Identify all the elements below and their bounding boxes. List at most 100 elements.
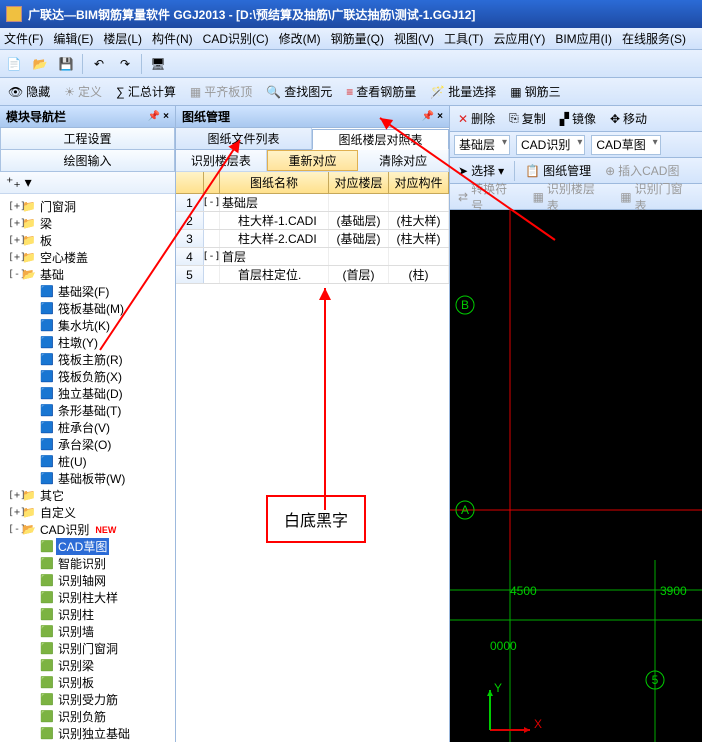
tree-item[interactable]: 🟩识别板	[2, 674, 173, 691]
drawing-grid[interactable]: 图纸名称 对应楼层 对应构件 1[-]基础层2柱大样-1.CADI(基础层)(柱…	[176, 172, 449, 742]
nav-tree[interactable]: [+]📁门窗洞[+]📁梁[+]📁板[+]📁空心楼盖[-]📂基础🟦基础梁(F)🟦筏…	[0, 194, 175, 742]
tree-item[interactable]: 🟦柱墩(Y)	[2, 334, 173, 351]
barthree-button[interactable]: ▦钢筋三	[506, 81, 564, 103]
tree-item[interactable]: [+]📁门窗洞	[2, 198, 173, 215]
menu-cad[interactable]: CAD识别(C)	[203, 30, 269, 47]
btn-clear[interactable]: 清除对应	[358, 150, 449, 171]
nav-tab-project[interactable]: 工程设置	[0, 128, 175, 150]
menu-view[interactable]: 视图(V)	[394, 30, 434, 47]
display-icon[interactable]: 🖥	[148, 54, 168, 74]
floor-dropdown[interactable]: 基础层	[454, 135, 510, 155]
tree-item[interactable]: 🟦桩(U)	[2, 453, 173, 470]
select-button[interactable]: ➤选择 ▾	[454, 160, 508, 182]
tree-toggle-icon[interactable]: ⁺₊ ▾	[6, 174, 32, 191]
table-row[interactable]: 1[-]基础层	[176, 194, 449, 212]
tree-item[interactable]: [+]📁其它	[2, 487, 173, 504]
tree-item[interactable]: [+]📁梁	[2, 215, 173, 232]
tree-item[interactable]: 🟦筏板主筋(R)	[2, 351, 173, 368]
copy-button[interactable]: ⎘复制	[505, 108, 550, 130]
expand-icon[interactable]: [-]	[8, 524, 20, 535]
btn-id-floor[interactable]: 识别楼层表	[176, 150, 267, 171]
tree-item[interactable]: 🟩识别门窗洞	[2, 640, 173, 657]
cad-canvas[interactable]: A B 5 4500 3900 0000 X Y	[450, 210, 702, 742]
menu-rebar[interactable]: 钢筋量(Q)	[331, 30, 384, 47]
tree-item[interactable]: [-]📂基础	[2, 266, 173, 283]
tree-item[interactable]: 🟦桩承台(V)	[2, 419, 173, 436]
expand-icon[interactable]: [+]	[8, 235, 20, 246]
table-row[interactable]: 2柱大样-1.CADI(基础层)(柱大样)	[176, 212, 449, 230]
mirror-button[interactable]: ▞镜像	[556, 108, 600, 130]
menu-floor[interactable]: 楼层(L)	[103, 30, 142, 47]
tree-item[interactable]: 🟩识别墙	[2, 623, 173, 640]
tree-item[interactable]: 🟦基础板带(W)	[2, 470, 173, 487]
tree-item[interactable]: [+]📁板	[2, 232, 173, 249]
tree-item[interactable]: 🟩识别负筋	[2, 708, 173, 725]
tree-item[interactable]: 🟩识别梁	[2, 657, 173, 674]
tree-item[interactable]: [-]📂CAD识别NEW	[2, 521, 173, 538]
menu-online[interactable]: 在线服务(S)	[622, 30, 686, 47]
expand-icon[interactable]: [+]	[8, 218, 20, 229]
menu-modify[interactable]: 修改(M)	[279, 30, 321, 47]
cell-expand[interactable]: [-]	[204, 248, 220, 265]
btn-remap[interactable]: 重新对应	[267, 150, 359, 171]
tree-item[interactable]: 🟩识别受力筋	[2, 691, 173, 708]
menu-tool[interactable]: 工具(T)	[444, 30, 483, 47]
flat-button[interactable]: ▦平齐板顶	[186, 81, 256, 103]
pin-icon[interactable]: 📌 ×	[148, 111, 169, 122]
define-button[interactable]: ☀定义	[60, 81, 106, 103]
tab-floormap[interactable]: 图纸楼层对照表	[312, 129, 449, 150]
save-icon[interactable]: 💾	[56, 54, 76, 74]
cell-expand[interactable]: [-]	[204, 194, 220, 211]
tree-item[interactable]: [+]📁空心楼盖	[2, 249, 173, 266]
id-floor-button[interactable]: ▦识别楼层表	[529, 186, 611, 208]
item-dropdown[interactable]: CAD草图	[591, 135, 660, 155]
cell-expand[interactable]	[204, 212, 220, 229]
tree-item[interactable]: 🟩识别独立基础	[2, 725, 173, 742]
tree-item[interactable]: 🟦条形基础(T)	[2, 402, 173, 419]
menu-bim[interactable]: BIM应用(I)	[555, 30, 612, 47]
redo-icon[interactable]: ↷	[115, 54, 135, 74]
insert-cad-button[interactable]: ⊕插入CAD图	[601, 160, 683, 182]
tree-item[interactable]: 🟦筏板负筋(X)	[2, 368, 173, 385]
convert-button[interactable]: ⇄转换符号	[454, 186, 523, 208]
viewbars-button[interactable]: ≡查看钢筋量	[342, 81, 420, 103]
menu-edit[interactable]: 编辑(E)	[53, 30, 93, 47]
menu-cloud[interactable]: 云应用(Y)	[493, 30, 545, 47]
findmap-button[interactable]: 🔍查找图元	[262, 81, 336, 103]
category-dropdown[interactable]: CAD识别	[516, 135, 585, 155]
tree-item[interactable]: 🟦承台梁(O)	[2, 436, 173, 453]
tree-item[interactable]: 🟩识别柱大样	[2, 589, 173, 606]
new-file-icon[interactable]: 📄	[4, 54, 24, 74]
delete-button[interactable]: ✕删除	[454, 108, 499, 130]
tree-item[interactable]: 🟦基础梁(F)	[2, 283, 173, 300]
expand-icon[interactable]: [+]	[8, 252, 20, 263]
expand-icon[interactable]: [+]	[8, 490, 20, 501]
menu-file[interactable]: 文件(F)	[4, 30, 43, 47]
sum-button[interactable]: ∑ 汇总计算	[112, 81, 180, 103]
tree-item[interactable]: 🟩识别轴网	[2, 572, 173, 589]
open-icon[interactable]: 📂	[30, 54, 50, 74]
menu-component[interactable]: 构件(N)	[152, 30, 193, 47]
nav-tab-draw[interactable]: 绘图输入	[0, 150, 175, 172]
pin-icon[interactable]: 📌 ×	[422, 111, 443, 122]
expand-icon[interactable]: [-]	[8, 269, 20, 280]
table-row[interactable]: 3柱大样-2.CADI(基础层)(柱大样)	[176, 230, 449, 248]
hide-button[interactable]: 👁隐藏	[4, 81, 54, 103]
undo-icon[interactable]: ↶	[89, 54, 109, 74]
tree-item[interactable]: 🟦集水坑(K)	[2, 317, 173, 334]
cell-expand[interactable]	[204, 266, 220, 283]
tree-item[interactable]: 🟩CAD草图	[2, 538, 173, 555]
table-row[interactable]: 4[-]首层	[176, 248, 449, 266]
tab-filelist[interactable]: 图纸文件列表	[176, 128, 312, 149]
drawing-mgr-button[interactable]: 📋图纸管理	[521, 160, 595, 182]
tree-item[interactable]: 🟦筏板基础(M)	[2, 300, 173, 317]
tree-item[interactable]: [+]📁自定义	[2, 504, 173, 521]
tree-item[interactable]: 🟩识别柱	[2, 606, 173, 623]
move-button[interactable]: ✥移动	[606, 108, 651, 130]
cell-expand[interactable]	[204, 230, 220, 247]
tree-item[interactable]: 🟩智能识别	[2, 555, 173, 572]
batch-button[interactable]: 🪄批量选择	[426, 81, 500, 103]
table-row[interactable]: 5首层柱定位.(首层)(柱)	[176, 266, 449, 284]
id-window-button[interactable]: ▦识别门窗表	[616, 186, 698, 208]
expand-icon[interactable]: [+]	[8, 201, 20, 212]
